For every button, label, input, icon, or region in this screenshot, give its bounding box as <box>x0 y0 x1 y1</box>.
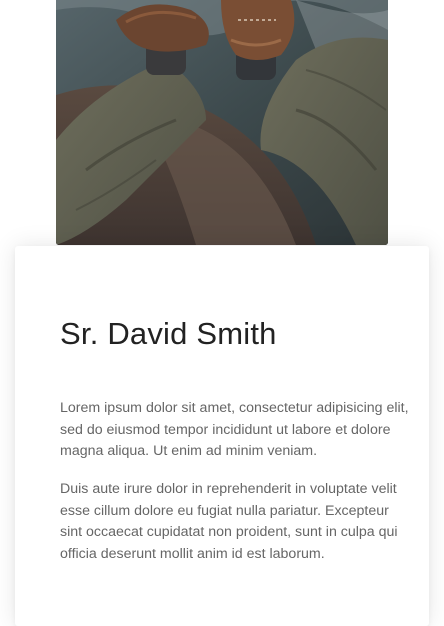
profile-name: Sr. David Smith <box>60 316 277 351</box>
bio-paragraph-2: Duis aute irure dolor in reprehenderit i… <box>60 481 398 562</box>
bio-paragraph-1: Lorem ipsum dolor sit amet, consectetur … <box>60 400 409 459</box>
profile-card: Sr. David Smith Lorem ipsum dolor sit am… <box>15 246 429 626</box>
profile-photo-illustration <box>56 0 388 245</box>
profile-photo <box>56 0 388 245</box>
